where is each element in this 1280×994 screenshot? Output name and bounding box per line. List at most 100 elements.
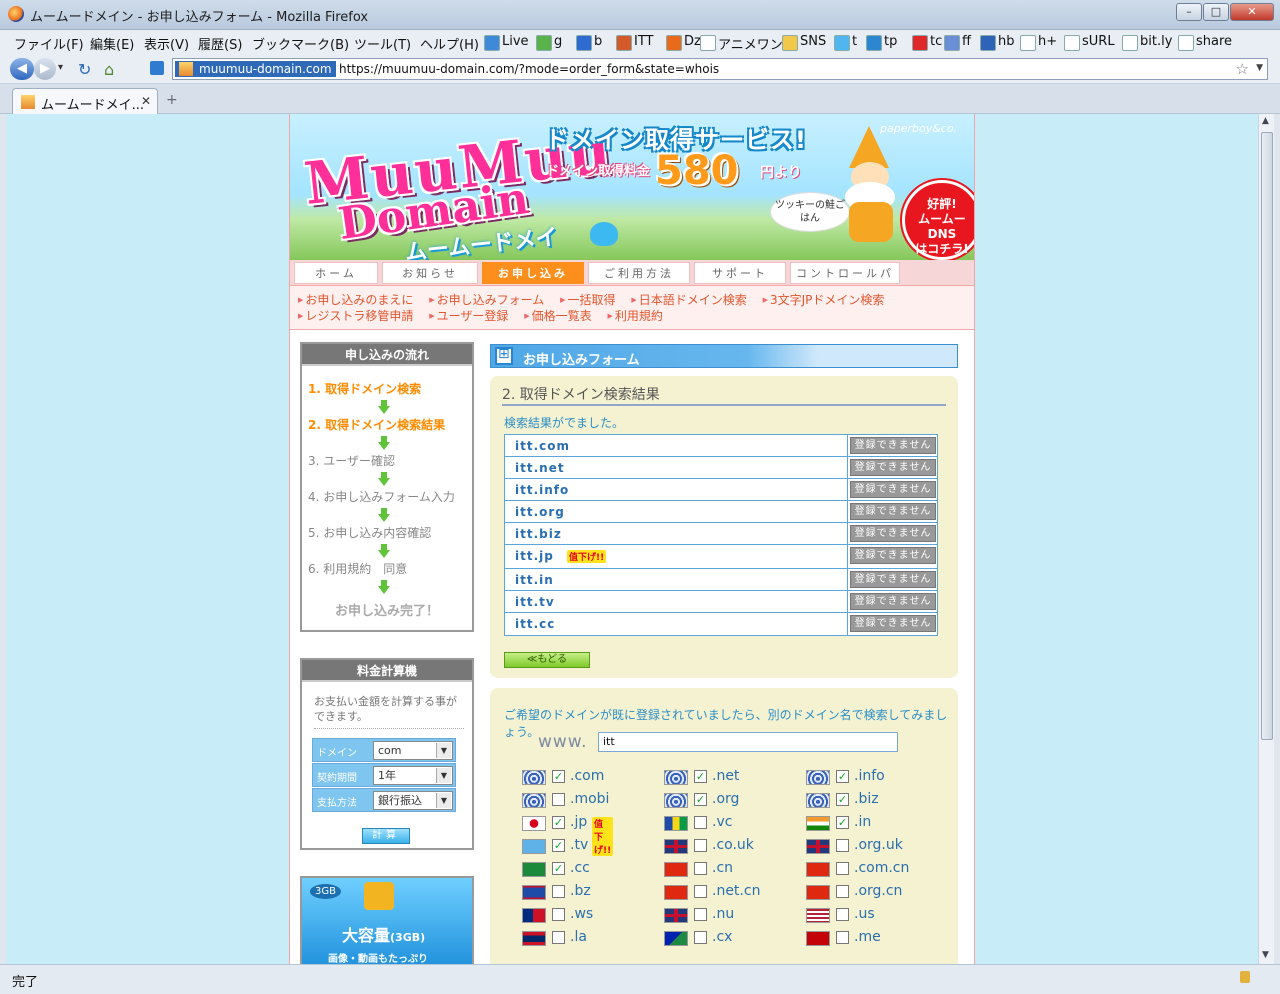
bookmark-item[interactable]: h+ [1020, 34, 1057, 51]
url-dropdown-icon[interactable]: ▼ [1256, 63, 1263, 73]
results-panel: 2. 取得ドメイン検索結果 検索結果がでました。 itt.com 登録できません i… [490, 376, 958, 678]
sub-link[interactable]: ユーザー登録 [429, 309, 508, 323]
back-button-page[interactable]: ≪もどる [504, 652, 590, 668]
tld-checkbox[interactable] [836, 931, 849, 944]
bookmark-star-icon[interactable]: ☆ [1236, 60, 1249, 78]
gnav-tab[interactable]: サポート [694, 262, 786, 284]
result-divider [847, 591, 848, 612]
tld-checkbox[interactable] [836, 862, 849, 875]
forward-button[interactable]: ▶ [34, 58, 56, 80]
menu-item[interactable]: ツール(T) [354, 34, 411, 53]
vertical-scrollbar[interactable]: ▲ ▼ [1258, 114, 1274, 964]
home-icon[interactable]: ⌂ [104, 60, 114, 79]
gnome-character [835, 126, 907, 246]
tld-checkbox[interactable] [694, 885, 707, 898]
sub-link[interactable]: 3文字JPドメイン検索 [763, 293, 885, 307]
domain-search-input[interactable]: itt [598, 732, 898, 752]
tld-name: .org.uk [854, 837, 903, 853]
tld-checkbox[interactable]: ✓ [836, 816, 849, 829]
url-text[interactable]: https://muumuu-domain.com/?mode=order_fo… [339, 62, 719, 76]
tld-checkbox[interactable]: ✓ [694, 770, 707, 783]
flow-step: 4. お申し込みフォーム入力 [308, 490, 455, 504]
bookmark-item[interactable]: アニメワン [700, 34, 783, 53]
reload-icon[interactable]: ↻ [78, 60, 91, 79]
tld-checkbox[interactable]: ✓ [552, 770, 565, 783]
bookmark-item[interactable]: share [1178, 34, 1232, 51]
tld-checkbox[interactable]: ✓ [552, 839, 565, 852]
tld-checkbox[interactable] [552, 931, 565, 944]
scroll-down-icon[interactable]: ▼ [1262, 950, 1269, 960]
tld-checkbox[interactable]: ✓ [694, 793, 707, 806]
menu-item[interactable]: 編集(E) [90, 34, 134, 53]
bookmark-item[interactable]: sURL [1064, 34, 1115, 51]
tld-checkbox[interactable]: ✓ [552, 862, 565, 875]
bookmark-item[interactable]: Dz [666, 34, 701, 51]
muumuu-logo[interactable]: MuuMuu Domain ムームードメイン [298, 118, 616, 260]
gnav-tab[interactable]: お申し込み [482, 262, 584, 284]
close-window-button[interactable]: ✕ [1230, 3, 1274, 21]
back-button[interactable]: ◀ [10, 58, 34, 80]
addon-icon[interactable] [150, 61, 164, 75]
tld-checkbox[interactable] [694, 816, 707, 829]
bookmark-item[interactable]: SNS [782, 34, 826, 51]
tld-checkbox[interactable] [694, 862, 707, 875]
scrollbar-thumb[interactable] [1261, 132, 1273, 740]
gnav-tab[interactable]: ご利用方法 [588, 262, 690, 284]
sub-link[interactable]: 価格一覧表 [524, 309, 591, 323]
tld-checkbox[interactable] [552, 793, 565, 806]
calculator-select[interactable]: 1年 [373, 766, 453, 785]
tld-checkbox[interactable] [694, 908, 707, 921]
sub-link[interactable]: レジストラ移管申請 [298, 309, 413, 323]
menu-item[interactable]: ファイル(F) [14, 34, 84, 53]
tld-checkbox[interactable]: ✓ [836, 770, 849, 783]
bookmark-item[interactable]: tp [866, 34, 897, 51]
tld-checkbox[interactable] [552, 885, 565, 898]
gnav-tab[interactable]: コントロールパネル [790, 262, 900, 302]
tld-checkbox[interactable]: ✓ [836, 793, 849, 806]
bookmark-item[interactable]: g [536, 34, 562, 51]
muumuu-dns-badge[interactable]: 好評! ムームーDNS はコチラ! [902, 180, 974, 260]
sub-link[interactable]: 一括取得 [560, 293, 615, 307]
sub-link[interactable]: お申し込みフォーム [429, 293, 544, 307]
tld-checkbox[interactable] [552, 908, 565, 921]
bookmark-item[interactable]: t [834, 34, 857, 51]
scroll-up-icon[interactable]: ▲ [1262, 116, 1269, 126]
sub-link[interactable]: 利用規約 [607, 309, 662, 323]
tld-checkbox[interactable] [694, 931, 707, 944]
sub-link[interactable]: 日本語ドメイン検索 [631, 293, 746, 307]
tld-checkbox[interactable]: ✓ [552, 816, 565, 829]
bookmark-item[interactable]: bit.ly [1122, 34, 1172, 51]
bookmark-item[interactable]: tc [912, 34, 942, 51]
minimize-button[interactable]: – [1176, 3, 1202, 21]
menu-item[interactable]: 履歴(S) [198, 34, 242, 53]
url-bar[interactable]: muumuu-domain.com https://muumuu-domain.… [172, 58, 1268, 80]
bookmark-item[interactable]: hb [980, 34, 1015, 51]
history-dropdown-icon[interactable]: ▾ [58, 62, 63, 73]
result-domain: itt.org [515, 505, 565, 519]
calculate-button[interactable]: 計算 [362, 828, 410, 844]
gnav-tab[interactable]: お知らせ [382, 262, 478, 284]
bookmark-item[interactable]: b [576, 34, 602, 51]
tld-checkbox[interactable] [836, 885, 849, 898]
storage-ad-banner[interactable]: 3GB 大容量(3GB) 画像・動画もたっぷり [300, 876, 474, 964]
tab-muumuu[interactable]: ムームードメイ... ✕ [12, 88, 158, 114]
site-identity-badge[interactable]: muumuu-domain.com [175, 61, 336, 77]
dns-badge-line2: ムームーDNS [918, 212, 966, 241]
tld-checkbox[interactable] [694, 839, 707, 852]
bookmark-item[interactable]: ITT [616, 34, 654, 51]
bookmark-item[interactable]: Live [484, 34, 529, 51]
gnav-tab[interactable]: ホーム [294, 262, 378, 284]
menu-item[interactable]: ヘルプ(H) [420, 34, 479, 53]
calculator-select[interactable]: 銀行振込 [373, 791, 453, 810]
tld-checkbox[interactable] [836, 839, 849, 852]
tld-checkbox[interactable] [836, 908, 849, 921]
sub-link[interactable]: お申し込みのまえに [298, 293, 413, 307]
menu-item[interactable]: ブックマーク(B) [252, 34, 349, 53]
close-tab-icon[interactable]: ✕ [141, 94, 151, 108]
price-value: 580 [655, 148, 739, 194]
menu-item[interactable]: 表示(V) [144, 34, 189, 53]
calculator-select[interactable]: com [373, 741, 453, 760]
maximize-button[interactable]: □ [1203, 3, 1229, 21]
bookmark-item[interactable]: ff [944, 34, 971, 51]
new-tab-button[interactable]: + [166, 92, 178, 108]
